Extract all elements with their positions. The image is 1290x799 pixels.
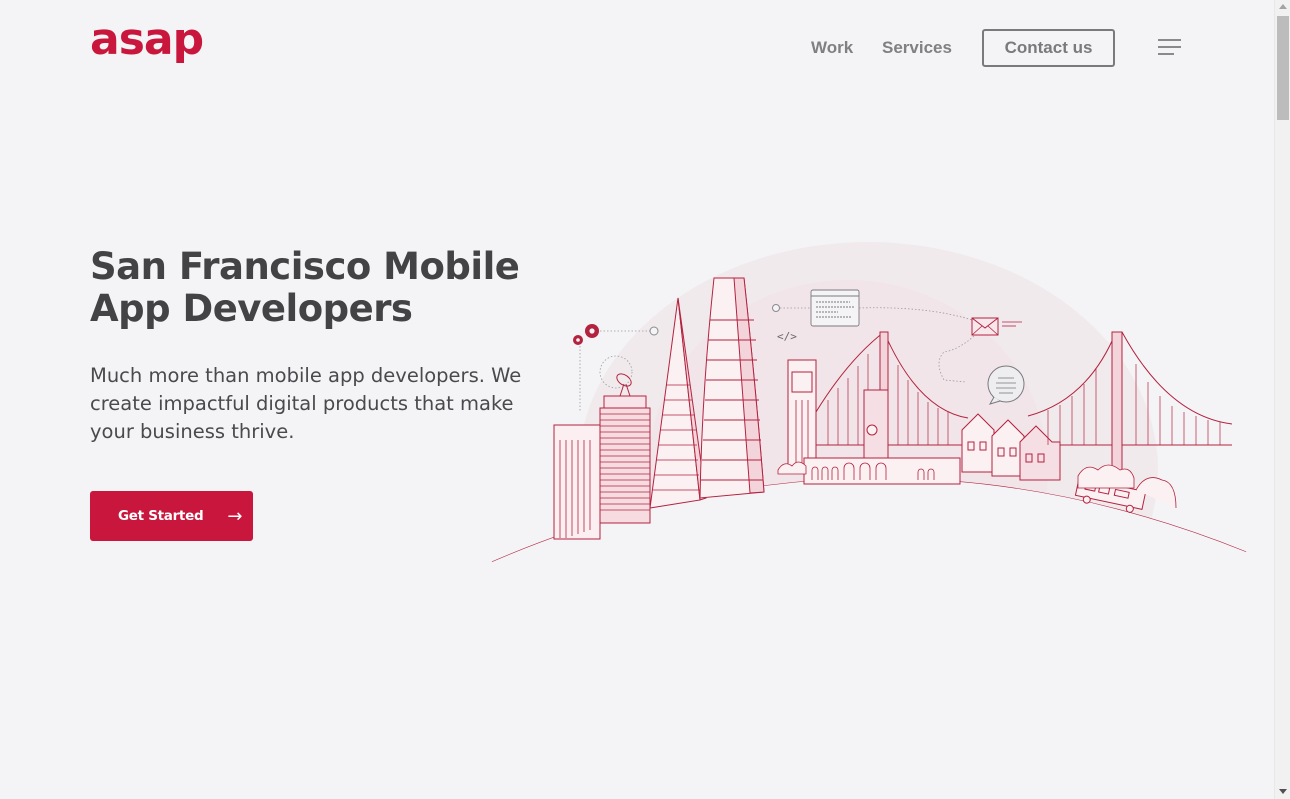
hero-title-line-1: San Francisco Mobile — [90, 245, 520, 288]
asap-logo[interactable]: asap — [90, 18, 204, 62]
hero-title: San Francisco Mobile App Developers — [90, 246, 530, 330]
scroll-up-arrow-icon[interactable] — [1279, 4, 1287, 9]
contact-us-button[interactable]: Contact us — [982, 29, 1115, 67]
get-started-button[interactable]: Get Started → — [90, 491, 253, 541]
hamburger-menu-icon[interactable] — [1158, 39, 1182, 57]
san-francisco-skyline-illustration: </> — [491, 242, 1247, 570]
gears-icon — [573, 324, 599, 345]
vertical-scrollbar[interactable] — [1274, 0, 1290, 799]
code-window-icon — [810, 289, 860, 327]
menu-line — [1158, 46, 1181, 48]
nav-link-services[interactable]: Services — [882, 38, 952, 58]
get-started-label: Get Started — [118, 508, 204, 524]
code-tag-icon: </> — [777, 330, 797, 343]
menu-line — [1158, 39, 1181, 41]
arrow-right-icon: → — [227, 505, 243, 527]
scrollbar-thumb[interactable] — [1277, 16, 1289, 120]
menu-line — [1158, 53, 1174, 55]
scroll-down-arrow-icon[interactable] — [1279, 789, 1287, 794]
low-building-left — [553, 424, 601, 540]
hero-subtitle: Much more than mobile app developers. We… — [90, 364, 522, 443]
hero-title-line-2: App Developers — [90, 287, 413, 330]
nav-link-work[interactable]: Work — [811, 38, 853, 58]
site-header: asap Work Services Contact us — [0, 0, 1274, 96]
clock-tower-left — [787, 359, 817, 473]
